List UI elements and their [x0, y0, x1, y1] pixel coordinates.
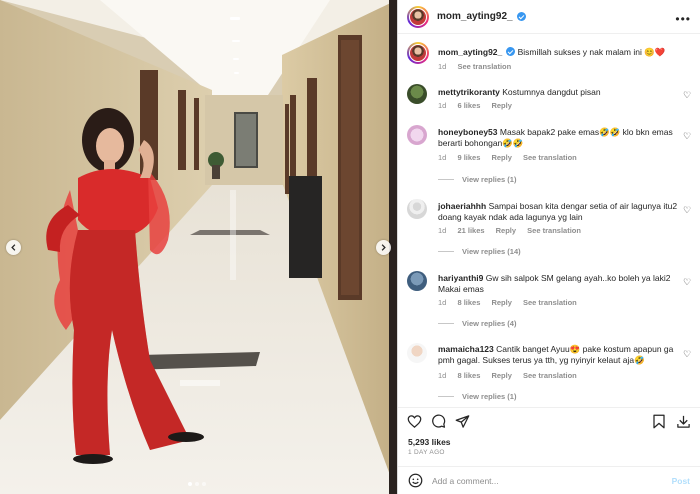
- like-comment-heart-icon[interactable]: ♡: [683, 277, 691, 288]
- reply-button[interactable]: Reply: [491, 153, 511, 162]
- comment-bubble-icon[interactable]: [431, 414, 446, 429]
- carousel-dot: [188, 482, 192, 486]
- comment-likes[interactable]: 8 likes: [457, 298, 480, 307]
- like-comment-heart-icon[interactable]: ♡: [683, 349, 691, 360]
- see-translation-link[interactable]: See translation: [523, 371, 577, 380]
- chevron-right-icon: [381, 244, 386, 251]
- comment-list[interactable]: mom_ayting92_ Bismillah sukses y nak mal…: [398, 34, 700, 407]
- emoji-icon[interactable]: [408, 473, 423, 488]
- caption-text: Bismillah sukses y nak malam ini 😊❤️: [517, 47, 666, 57]
- comment-username[interactable]: honeyboney53: [438, 127, 498, 137]
- comment-username[interactable]: mettytrikoranty: [438, 87, 500, 97]
- view-replies-button[interactable]: View replies (1): [438, 175, 516, 184]
- view-replies-button[interactable]: View replies (4): [438, 319, 516, 328]
- comment-username[interactable]: hariyanthi9: [438, 273, 483, 283]
- chevron-left-icon: [11, 244, 16, 251]
- post-header: mom_ayting92_ •••: [398, 0, 700, 34]
- caption-time: 1d: [438, 62, 447, 71]
- post-photo[interactable]: [0, 0, 397, 494]
- author-username[interactable]: mom_ayting92_: [437, 11, 513, 22]
- comment-time: 1d: [438, 101, 447, 110]
- more-options-icon[interactable]: •••: [675, 12, 691, 26]
- author-avatar[interactable]: [407, 5, 429, 28]
- share-send-icon[interactable]: [455, 414, 470, 429]
- comment-time: 1d: [438, 298, 447, 307]
- comment-time: 1d: [438, 226, 447, 235]
- post-date: 1 DAY AGO: [408, 449, 445, 456]
- see-translation-link[interactable]: See translation: [523, 153, 577, 162]
- see-translation-link[interactable]: See translation: [523, 298, 577, 307]
- post-comment-button[interactable]: Post: [672, 476, 690, 486]
- reply-button[interactable]: Reply: [491, 101, 511, 110]
- caption-avatar[interactable]: [407, 42, 429, 64]
- comment-likes[interactable]: 8 likes: [457, 371, 480, 380]
- comments-panel: mom_ayting92_ ••• mom_ayting92_ Bismilla…: [397, 0, 700, 494]
- next-slide-button[interactable]: [376, 240, 391, 255]
- previous-slide-button[interactable]: [6, 240, 21, 255]
- add-comment-bar: Post: [398, 466, 700, 494]
- comment-likes[interactable]: 6 likes: [457, 101, 480, 110]
- reply-button[interactable]: Reply: [491, 298, 511, 307]
- add-comment-input[interactable]: [432, 475, 662, 486]
- commenter-avatar[interactable]: [407, 343, 427, 363]
- comment-likes[interactable]: 9 likes: [457, 153, 480, 162]
- see-translation-link[interactable]: See translation: [527, 226, 581, 235]
- reply-button[interactable]: Reply: [491, 371, 511, 380]
- post-viewer: mom_ayting92_ ••• mom_ayting92_ Bismilla…: [0, 0, 700, 494]
- reply-button[interactable]: Reply: [496, 226, 516, 235]
- carousel-dot: [202, 482, 206, 486]
- like-comment-heart-icon[interactable]: ♡: [683, 205, 691, 216]
- comment-text: Kostumnya dangdut pisan: [502, 87, 601, 97]
- commenter-avatar[interactable]: [407, 84, 427, 104]
- comment-likes[interactable]: 21 likes: [457, 226, 484, 235]
- verified-badge-icon: [516, 12, 526, 21]
- commenter-avatar[interactable]: [407, 125, 427, 145]
- like-comment-heart-icon[interactable]: ♡: [683, 131, 691, 142]
- view-replies-button[interactable]: View replies (1): [438, 392, 516, 401]
- carousel-indicator: [188, 482, 206, 486]
- comment-username[interactable]: mamaicha123: [438, 344, 494, 354]
- commenter-avatar[interactable]: [407, 199, 427, 219]
- save-bookmark-icon[interactable]: [652, 414, 666, 429]
- carousel-dot: [195, 482, 199, 486]
- comment-time: 1d: [438, 153, 447, 162]
- verified-badge-icon: [506, 47, 516, 56]
- download-icon[interactable]: [676, 414, 691, 429]
- see-translation-link[interactable]: See translation: [457, 62, 511, 71]
- likes-count[interactable]: 5,293 likes: [408, 437, 451, 447]
- comment-time: 1d: [438, 371, 447, 380]
- caption-username[interactable]: mom_ayting92_: [438, 47, 502, 57]
- view-replies-button[interactable]: View replies (14): [438, 247, 521, 256]
- post-actions: 5,293 likes 1 DAY AGO: [398, 407, 700, 459]
- like-comment-heart-icon[interactable]: ♡: [683, 90, 691, 101]
- hallway-photo: [0, 0, 397, 494]
- commenter-avatar[interactable]: [407, 271, 427, 291]
- like-heart-icon[interactable]: [407, 414, 422, 429]
- comment-username[interactable]: johaeriahhh: [438, 201, 486, 211]
